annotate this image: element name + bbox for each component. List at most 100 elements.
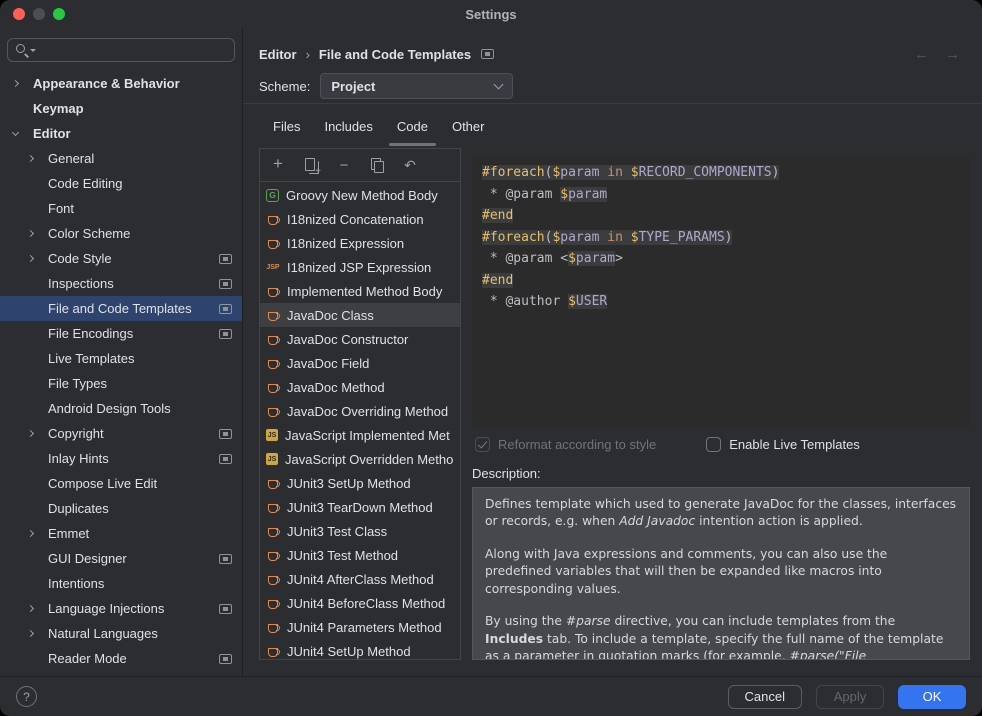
template-item-implemented-method-body[interactable]: Implemented Method Body <box>260 279 460 303</box>
screen-icon <box>219 304 232 314</box>
cancel-button[interactable]: Cancel <box>728 685 802 709</box>
duplicate-template-button[interactable] <box>303 157 319 173</box>
template-item-label: JUnit4 AfterClass Method <box>287 572 434 587</box>
copy-template-button[interactable] <box>369 157 385 173</box>
template-editor[interactable]: #foreach($param in $RECORD_COMPONENTS) *… <box>472 156 970 428</box>
template-item-junit4-afterclass-method[interactable]: JUnit4 AfterClass Method <box>260 567 460 591</box>
template-item-junit3-setup-method[interactable]: JUnit3 SetUp Method <box>260 471 460 495</box>
tab-other[interactable]: Other <box>444 114 493 146</box>
sidebar-item-file-types[interactable]: File Types <box>0 371 242 396</box>
sidebar-item-font[interactable]: Font <box>0 196 242 221</box>
revert-template-button[interactable] <box>402 157 418 173</box>
template-item-javadoc-constructor[interactable]: JavaDoc Constructor <box>260 327 460 351</box>
chevron-right-icon[interactable] <box>27 430 34 437</box>
sidebar-item-compose-live-edit[interactable]: Compose Live Edit <box>0 471 242 496</box>
scheme-dropdown[interactable]: Project <box>320 73 513 99</box>
tab-includes[interactable]: Includes <box>316 114 380 146</box>
sidebar-item-keymap[interactable]: Keymap <box>0 96 242 121</box>
template-item-junit4-setup-method[interactable]: JUnit4 SetUp Method <box>260 639 460 659</box>
minimize-window-icon[interactable] <box>33 8 45 20</box>
description-panel[interactable]: Defines template which used to generate … <box>472 487 970 660</box>
sidebar-item-label: Code Editing <box>48 176 122 191</box>
template-item-junit4-parameters-method[interactable]: JUnit4 Parameters Method <box>260 615 460 639</box>
template-item-i18nized-concatenation[interactable]: I18nized Concatenation <box>260 207 460 231</box>
settings-search-input[interactable] <box>40 43 210 58</box>
sidebar-item-reader-mode[interactable]: Reader Mode <box>0 646 242 671</box>
forward-button[interactable]: → <box>945 46 960 63</box>
template-item-javascript-implemented-met[interactable]: JavaScript Implemented Met <box>260 423 460 447</box>
remove-template-button[interactable] <box>336 157 352 173</box>
enable-live-templates-checkbox[interactable] <box>706 437 721 452</box>
add-template-button[interactable] <box>270 157 286 173</box>
chevron-right-icon[interactable] <box>27 530 34 537</box>
java-cup-icon <box>266 572 280 586</box>
sidebar-item-live-templates[interactable]: Live Templates <box>0 346 242 371</box>
help-icon[interactable]: ? <box>16 686 37 707</box>
sidebar-item-label: Duplicates <box>48 501 109 516</box>
sidebar-item-gui-designer[interactable]: GUI Designer <box>0 546 242 571</box>
tab-files[interactable]: Files <box>265 114 308 146</box>
template-item-javadoc-field[interactable]: JavaDoc Field <box>260 351 460 375</box>
java-cup-icon <box>266 500 280 514</box>
template-item-javadoc-overriding-method[interactable]: JavaDoc Overriding Method <box>260 399 460 423</box>
sidebar-item-appearance-behavior[interactable]: Appearance & Behavior <box>0 71 242 96</box>
settings-dialog: Settings Appearance & BehaviorKeymapEdit… <box>0 0 982 716</box>
java-cup-icon <box>266 404 280 418</box>
java-cup-icon <box>266 212 280 226</box>
sidebar-item-android-design-tools[interactable]: Android Design Tools <box>0 396 242 421</box>
sidebar-item-inspections[interactable]: Inspections <box>0 271 242 296</box>
sidebar-item-label: Intentions <box>48 576 104 591</box>
zoom-window-icon[interactable] <box>53 8 65 20</box>
tab-code[interactable]: Code <box>389 114 436 146</box>
sidebar-item-language-injections[interactable]: Language Injections <box>0 596 242 621</box>
apply-button[interactable]: Apply <box>816 685 884 709</box>
sidebar-item-natural-languages[interactable]: Natural Languages <box>0 621 242 646</box>
template-item-label: Groovy New Method Body <box>286 188 438 203</box>
template-item-label: JUnit3 Test Method <box>287 548 398 563</box>
sidebar-item-label: Code Style <box>48 251 112 266</box>
breadcrumb-editor[interactable]: Editor <box>259 47 297 62</box>
template-item-junit4-beforeclass-method[interactable]: JUnit4 BeforeClass Method <box>260 591 460 615</box>
sidebar-item-code-style[interactable]: Code Style <box>0 246 242 271</box>
settings-search-box[interactable] <box>7 38 235 62</box>
template-item-junit3-test-method[interactable]: JUnit3 Test Method <box>260 543 460 567</box>
sidebar-item-label: General <box>48 151 94 166</box>
sidebar-item-duplicates[interactable]: Duplicates <box>0 496 242 521</box>
code-line: #foreach($param in $RECORD_COMPONENTS) <box>482 162 960 184</box>
page-title: File and Code Templates <box>319 47 471 62</box>
sidebar-item-inlay-hints[interactable]: Inlay Hints <box>0 446 242 471</box>
sidebar-item-file-encodings[interactable]: File Encodings <box>0 321 242 346</box>
reformat-checkbox[interactable] <box>475 437 490 452</box>
template-item-i18nized-expression[interactable]: I18nized Expression <box>260 231 460 255</box>
sidebar-item-copyright[interactable]: Copyright <box>0 421 242 446</box>
template-item-i18nized-jsp-expression[interactable]: I18nized JSP Expression <box>260 255 460 279</box>
template-item-javadoc-class[interactable]: JavaDoc Class <box>260 303 460 327</box>
code-line: #end <box>482 270 960 292</box>
chevron-right-icon[interactable] <box>27 630 34 637</box>
sidebar-item-general[interactable]: General <box>0 146 242 171</box>
chevron-right-icon[interactable] <box>12 80 19 87</box>
scheme-value: Project <box>331 79 375 94</box>
chevron-right-icon[interactable] <box>27 605 34 612</box>
chevron-right-icon[interactable] <box>27 230 34 237</box>
chevron-down-icon[interactable] <box>12 129 19 136</box>
template-item-junit3-test-class[interactable]: JUnit3 Test Class <box>260 519 460 543</box>
search-options-caret-icon[interactable] <box>30 49 36 52</box>
sidebar-item-code-editing[interactable]: Code Editing <box>0 171 242 196</box>
chevron-right-icon[interactable] <box>27 255 34 262</box>
template-item-javascript-overridden-metho[interactable]: JavaScript Overridden Metho <box>260 447 460 471</box>
sidebar-item-intentions[interactable]: Intentions <box>0 571 242 596</box>
sidebar-item-emmet[interactable]: Emmet <box>0 521 242 546</box>
template-item-junit3-teardown-method[interactable]: JUnit3 TearDown Method <box>260 495 460 519</box>
close-window-icon[interactable] <box>13 8 25 20</box>
back-button[interactable]: ← <box>914 46 929 63</box>
chevron-right-icon[interactable] <box>27 155 34 162</box>
template-item-label: JUnit4 Parameters Method <box>287 620 442 635</box>
template-item-javadoc-method[interactable]: JavaDoc Method <box>260 375 460 399</box>
sidebar-item-color-scheme[interactable]: Color Scheme <box>0 221 242 246</box>
sidebar-item-editor[interactable]: Editor <box>0 121 242 146</box>
template-item-label: JUnit4 BeforeClass Method <box>287 596 445 611</box>
ok-button[interactable]: OK <box>898 685 966 709</box>
template-item-groovy-new-method-body[interactable]: Groovy New Method Body <box>260 183 460 207</box>
sidebar-item-file-and-code-templates[interactable]: File and Code Templates <box>0 296 242 321</box>
